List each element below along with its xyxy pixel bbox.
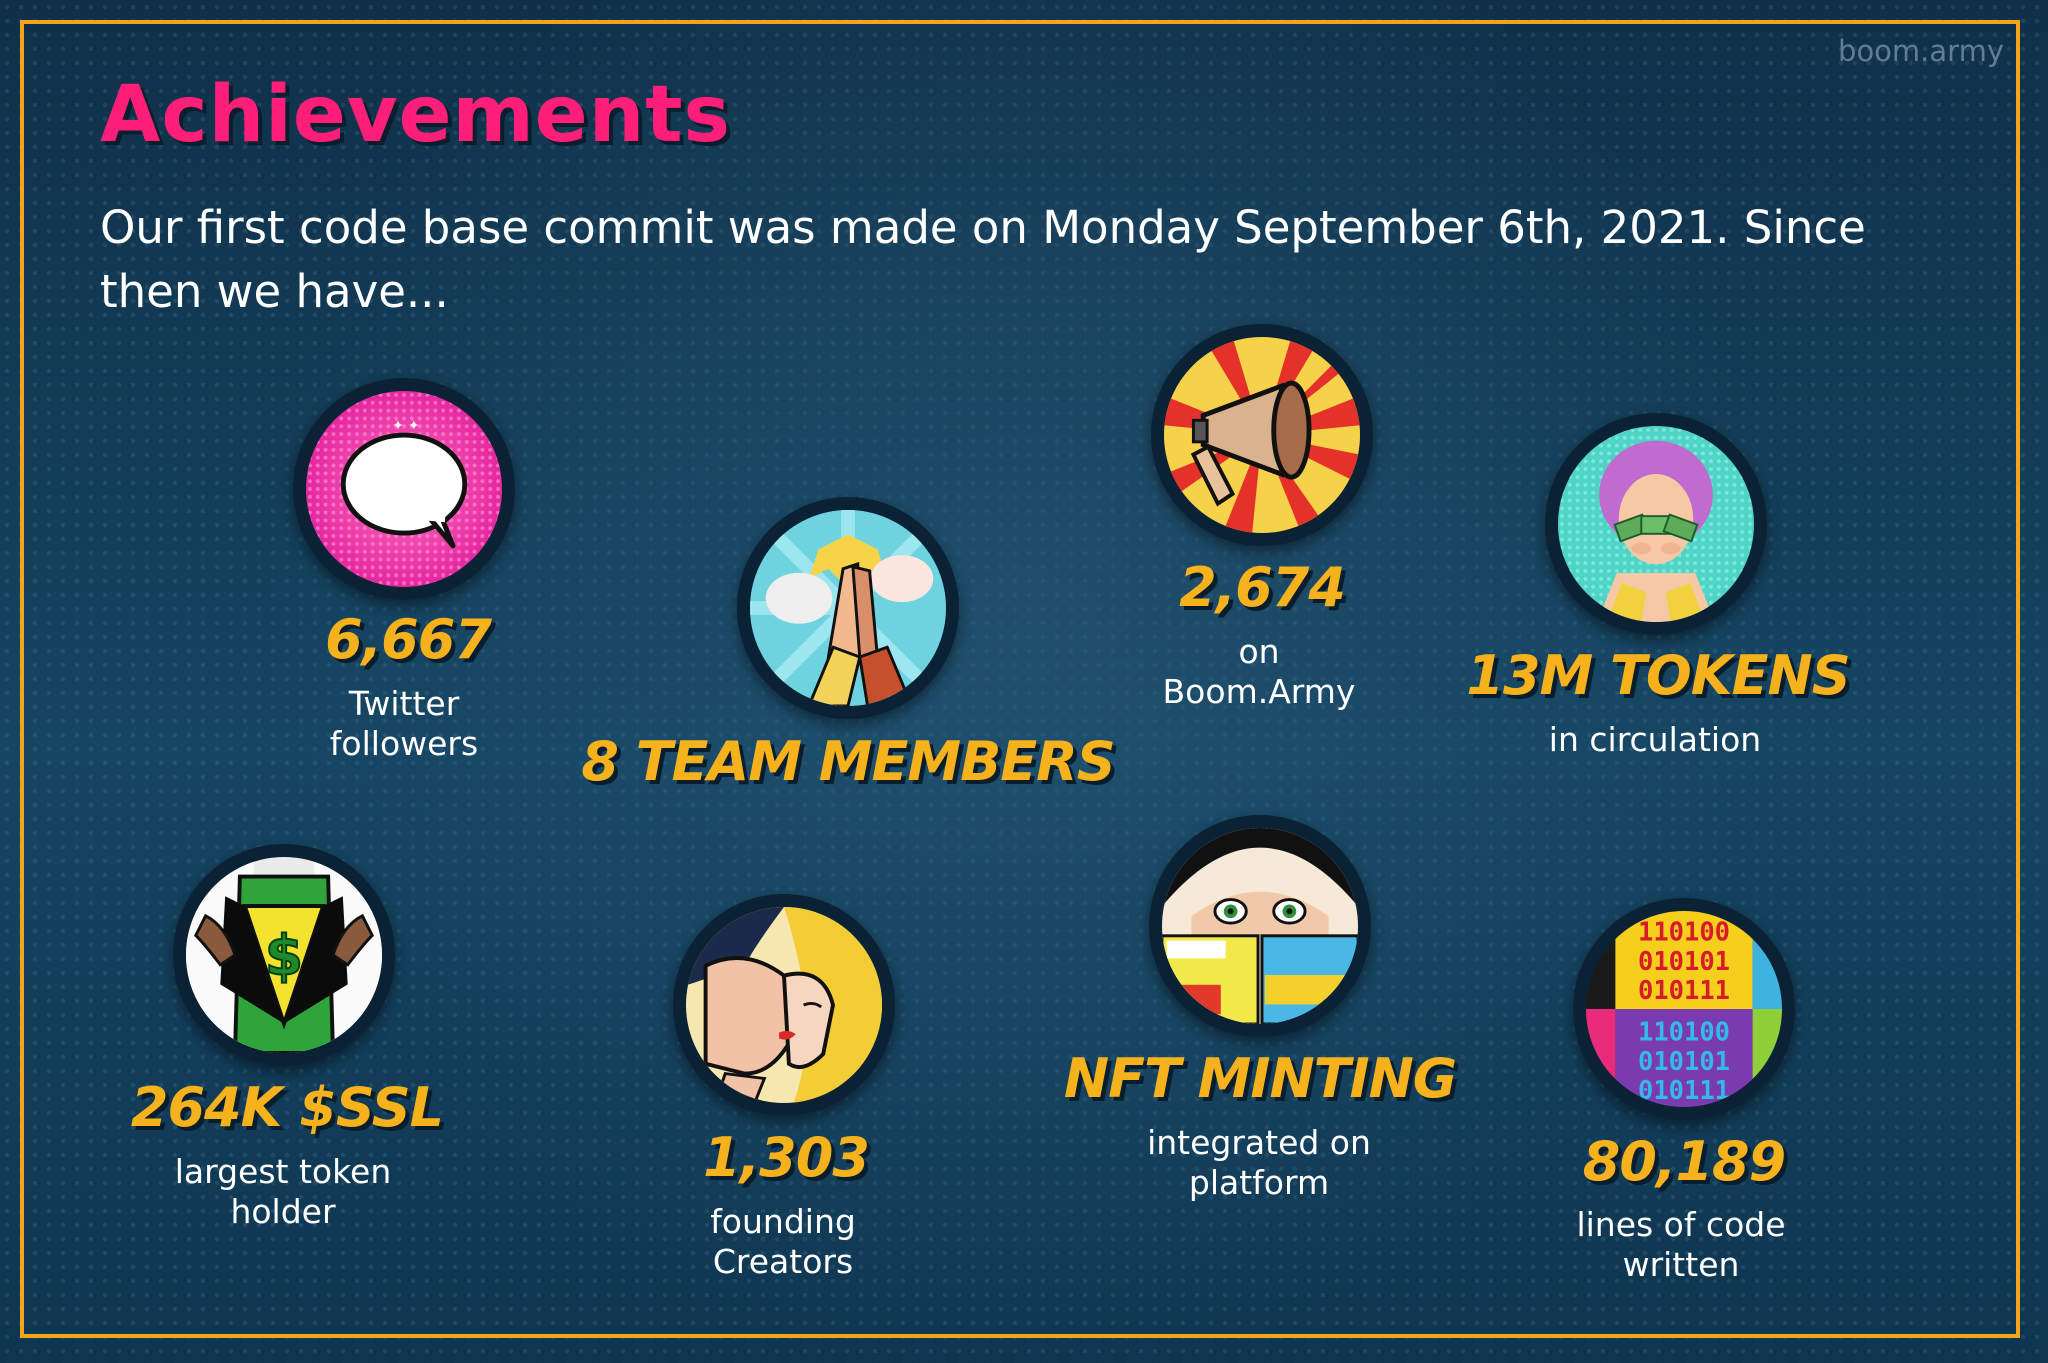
slide: boom.army Achievements Our first code ba… [0, 0, 2048, 1363]
svg-text:$: $ [265, 924, 303, 988]
kissing-couple-icon [673, 894, 895, 1116]
svg-text:010101: 010101 [1638, 947, 1730, 977]
stat-label: platform [1188, 1163, 1330, 1202]
stat-value: 8 TEAM MEMBERS [581, 730, 1115, 793]
money-woman-icon [1545, 413, 1767, 635]
site-name: boom.army [1838, 34, 2004, 68]
stat-label: largest token [174, 1152, 392, 1191]
stat-value: NFT MINTING [1063, 1047, 1457, 1110]
dollar-shirt-icon: $ [173, 844, 395, 1066]
stat-label: followers [329, 724, 479, 763]
page-title: Achievements [100, 70, 731, 160]
stat-label: holder [230, 1192, 336, 1231]
speech-bubble-icon: ✦ ✦ [293, 378, 515, 600]
svg-text:010101: 010101 [1638, 1047, 1730, 1077]
stat-label: on [1238, 632, 1280, 671]
binary-code-icon: 110100 010101 010111 110100 010101 01011… [1573, 898, 1795, 1120]
stat-label: lines of code [1576, 1205, 1786, 1244]
stat-value: 1,303 [703, 1126, 870, 1189]
stat-label: Creators [712, 1242, 854, 1281]
stat-label: Twitter [348, 684, 460, 723]
intro-text: Our first code base commit was made on M… [100, 201, 1866, 318]
svg-text:110100: 110100 [1638, 917, 1730, 947]
stat-value: 6,667 [325, 608, 492, 671]
comic-reader-icon [1149, 815, 1371, 1037]
megaphone-icon [1151, 324, 1373, 546]
stat-label: integrated on [1147, 1123, 1371, 1162]
svg-text:010111: 010111 [1638, 976, 1730, 1006]
stat-value: 80,189 [1582, 1130, 1786, 1193]
stat-label: in circulation [1548, 720, 1762, 759]
svg-text:✦ ✦: ✦ ✦ [392, 418, 419, 434]
svg-text:110100: 110100 [1638, 1017, 1730, 1047]
stat-value: 2,674 [1179, 556, 1346, 619]
stat-label: Boom.Army [1162, 672, 1356, 711]
svg-text:010111: 010111 [1638, 1076, 1730, 1106]
high-five-icon [737, 497, 959, 719]
stat-label: founding [710, 1202, 856, 1241]
stat-label: written [1622, 1245, 1740, 1284]
stat-value: 264K $SSL [130, 1076, 444, 1139]
stat-value: 13M TOKENS [1466, 644, 1850, 707]
